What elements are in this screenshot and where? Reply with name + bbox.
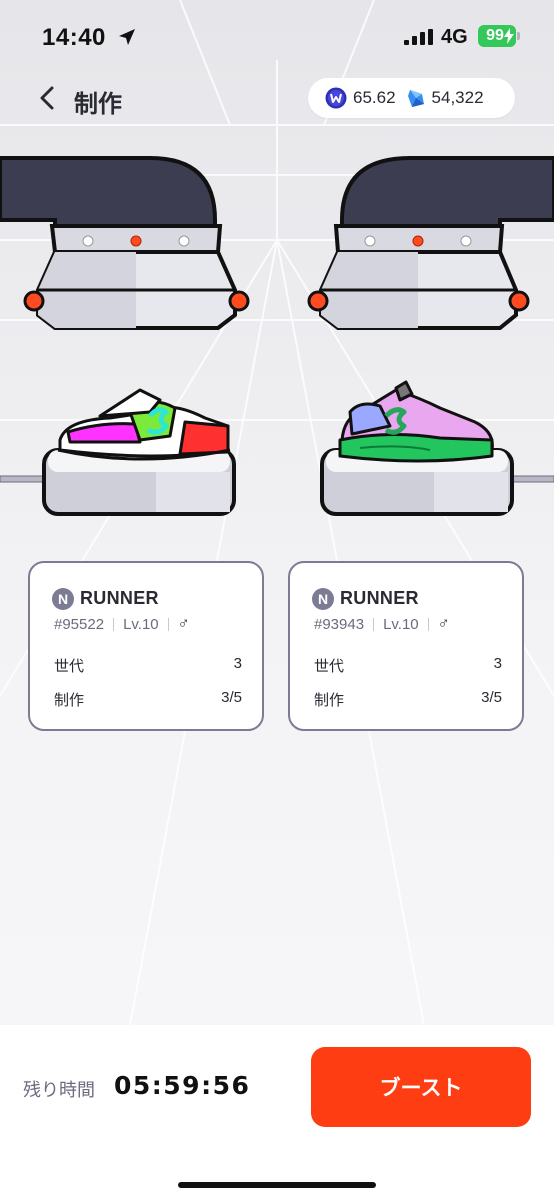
bottom-action-bar: 残り時間 05:59:56 ブースト (0, 1025, 554, 1200)
shoe-meta: #95522 Lv.10 ♂ (54, 615, 190, 633)
network-type: 4G (441, 26, 468, 48)
mint-count-label: 制作 (314, 692, 345, 709)
shoe-left (57, 388, 231, 461)
page-title: 制作 (74, 91, 122, 118)
boost-button[interactable]: ブースト (311, 1047, 531, 1127)
gender-icon: ♂ (177, 615, 190, 632)
gem-icon (407, 90, 424, 107)
generation-label: 世代 (54, 658, 85, 675)
mint-count-value: 3/5 (481, 689, 502, 706)
signal-icon (404, 29, 433, 45)
gender-icon: ♂ (437, 615, 450, 632)
battery-level: 99 (486, 27, 504, 44)
rarity-badge: N (312, 588, 334, 610)
generation-value: 3 (233, 655, 242, 672)
wallet-balance: 65.62 54,322 (308, 78, 515, 118)
parent-card-right[interactable]: N RUNNER #93943 Lv.10 ♂ 世代 3 制作 3/5 (288, 561, 524, 731)
shoe-level: Lv.10 (383, 615, 419, 633)
meta-divider (113, 617, 115, 631)
charging-bolt-icon (504, 28, 514, 44)
battery-tip (517, 32, 520, 40)
shoe-level: Lv.10 (123, 615, 159, 633)
coin-w-icon (325, 87, 347, 109)
rarity-badge: N (52, 588, 74, 610)
shoe-meta: #93943 Lv.10 ♂ (314, 615, 450, 633)
shoe-id: #93943 (314, 615, 365, 633)
shoe-type: RUNNER (80, 588, 159, 608)
home-indicator[interactable] (178, 1182, 376, 1188)
parent-card-left[interactable]: N RUNNER #95522 Lv.10 ♂ 世代 3 制作 3/5 (28, 561, 264, 731)
mint-machine-right (307, 156, 554, 516)
shoe-type: RUNNER (340, 588, 419, 608)
back-button[interactable] (34, 84, 62, 112)
status-bar: 14:40 4G 99 (0, 0, 554, 70)
coin-balance: 65.62 (353, 88, 396, 107)
generation-label: 世代 (314, 658, 345, 675)
timer-label: 残り時間 (23, 1080, 95, 1100)
shoe-right (338, 380, 494, 463)
meta-divider (167, 617, 169, 631)
location-arrow-icon (119, 29, 135, 45)
status-time: 14:40 (42, 24, 106, 51)
meta-divider (427, 617, 429, 631)
generation-value: 3 (493, 655, 502, 672)
timer-value: 05:59:56 (114, 1071, 251, 1100)
meta-divider (373, 617, 375, 631)
mint-machine-left (0, 156, 250, 516)
shoe-id: #95522 (54, 615, 105, 633)
mint-count-value: 3/5 (221, 689, 242, 706)
gem-balance: 54,322 (431, 88, 484, 107)
mint-count-label: 制作 (54, 692, 85, 709)
